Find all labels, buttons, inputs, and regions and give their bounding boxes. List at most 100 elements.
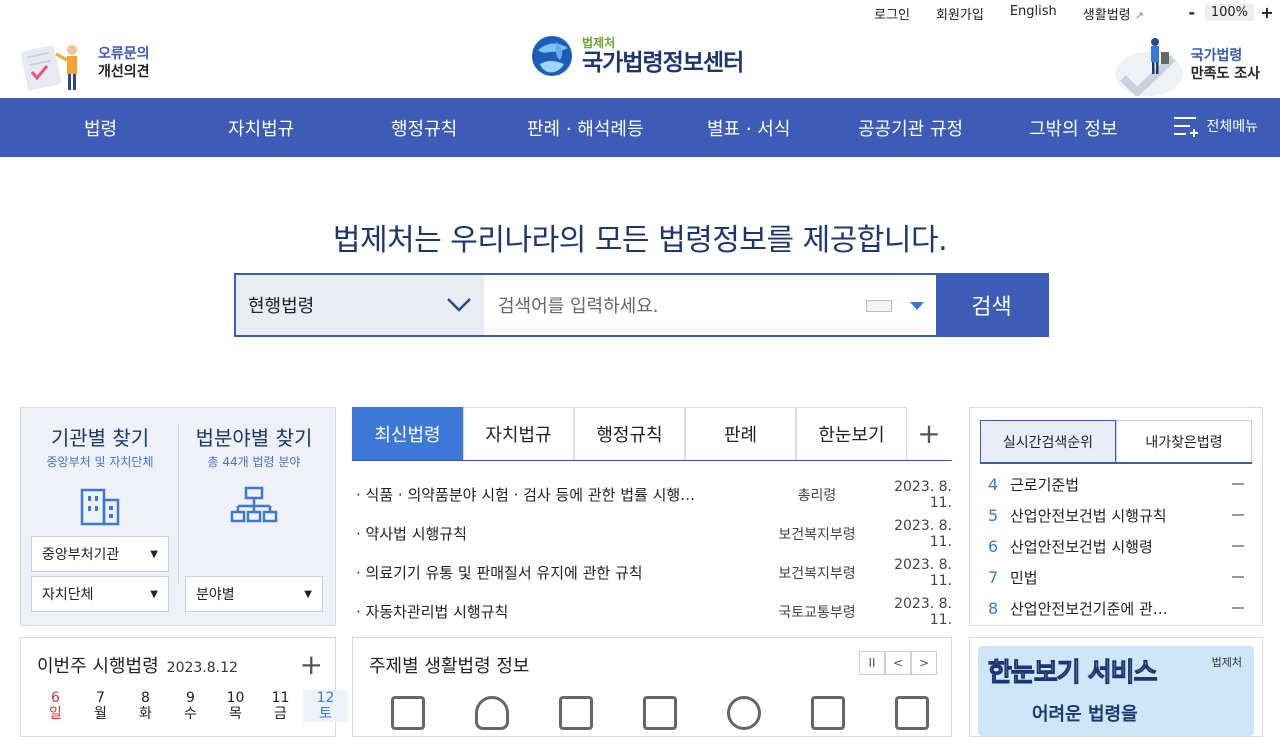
ranking-item[interactable]: 6 산업안전보건법 시행령 [988,534,1244,558]
prev-button[interactable]: < [885,651,911,675]
field-find-title[interactable]: 법분야별 찾기 [179,422,329,451]
zoom-out-button[interactable]: - [1185,3,1199,22]
nav-item-law[interactable]: 법령 [84,115,117,141]
tab-precedent[interactable]: 판례 [685,407,796,460]
english-link[interactable]: English [1010,4,1057,23]
search-scope-select[interactable]: 현행법령 [236,275,484,335]
calendar-day[interactable]: 10 목 [213,690,258,722]
money-bag-icon[interactable] [475,696,509,730]
rank-unchanged-icon [1232,545,1244,547]
zoom-in-button[interactable]: + [1260,3,1274,22]
calendar-day[interactable]: 7월 [78,690,123,722]
ranking-tabs: 실시간검색순위 내가찾은법령 [980,420,1252,464]
nav-item-appendix-form[interactable]: 별표 · 서식 [707,115,790,141]
nav-item-local-regulation[interactable]: 자치법규 [228,115,294,141]
ranking-item[interactable]: 8 산업안전보건기준에 관… [988,596,1244,620]
banner-line1: 오류문의 [98,46,150,62]
basket-icon[interactable] [811,696,845,730]
law-dept: 보건복지부령 [778,565,856,582]
search-input[interactable]: 검색어를 입력하세요. [484,275,936,335]
life-law-link[interactable]: 생활법령 ↗ [1083,4,1144,23]
banner-line2: 개선의견 [98,64,150,80]
feedback-illustration-icon [20,34,90,92]
nav-item-precedent[interactable]: 판례 · 해석례등 [527,115,644,141]
main-navigation: 법령 자치법규 행정규칙 판례 · 해석례등 별표 · 서식 공공기관 규정 그… [0,98,1280,157]
survey-line2: 만족도 조사 [1190,66,1260,82]
agency-find-title[interactable]: 기관별 찾기 [25,422,175,451]
tab-realtime-ranking[interactable]: 실시간검색순위 [980,420,1116,462]
law-date: 2023. 8. 11. [894,595,952,628]
next-button[interactable]: > [911,651,937,675]
all-menu-button[interactable]: 전체메뉴 [1174,115,1258,137]
error-report-banner[interactable]: 오류문의 개선의견 [20,34,150,92]
caret-down-icon: ▼ [304,588,312,600]
ranking-item[interactable]: 7 민법 [988,565,1244,589]
topic-title: 주제별 생활법령 정보 [369,656,530,677]
rank-name: 근로기준법 [1010,475,1080,494]
ranking-item[interactable]: 5 산업안전보건법 시행규칙 [988,503,1244,527]
nav-item-admin-rule[interactable]: 행정규칙 [391,115,457,141]
calendar-day[interactable]: 11 금 [258,690,303,722]
more-plus-button[interactable]: + [907,407,951,460]
globe-icon[interactable] [727,696,761,730]
clapperboard-icon[interactable] [895,696,929,730]
rank-unchanged-icon [1232,514,1244,516]
central-agency-select[interactable]: 중앙부처기관 ▼ [31,536,169,572]
dropdown-arrow-icon[interactable] [910,302,924,310]
agency-find-column: 기관별 찾기 중앙부처 및 자치단체 [25,422,175,532]
satisfaction-survey-banner[interactable]: 국가법령 만족도 조사 [1109,34,1260,96]
building-icon [80,488,120,526]
zoom-control: - 100% + [1185,3,1274,22]
tab-latest-law[interactable]: 최신법령 [352,407,463,460]
briefcase-icon[interactable] [559,696,593,730]
building-icon[interactable] [391,696,425,730]
rank-unchanged-icon [1232,607,1244,609]
find-by-category-panel: 기관별 찾기 중앙부처 및 자치단체 법분야별 찾기 총 44개 법령 분야 중… [20,407,336,626]
field-find-column: 법분야별 찾기 총 44개 법령 분야 [179,422,329,532]
search-button[interactable]: 검색 [936,275,1047,335]
login-link[interactable]: 로그인 [874,4,910,23]
calendar-day[interactable]: 8화 [123,690,168,722]
chevron-down-icon [447,298,471,312]
list-item[interactable]: · 의료기기 유통 및 판매질서 유지에 관한 규칙 보건복지부령 2023. … [352,553,952,592]
nav-item-other-info[interactable]: 그밖의 정보 [1029,115,1118,141]
promo-title: 한눈보기 서비스 [988,658,1158,689]
tab-local-regulation[interactable]: 자치법규 [463,407,574,460]
calendar-day-today[interactable]: 12 토 [303,690,348,722]
signup-link[interactable]: 회원가입 [936,4,984,23]
zoom-value: 100% [1204,4,1254,21]
overview-service-banner[interactable]: 한눈보기 서비스 법제처 어려운 법령을 [969,637,1263,737]
search-placeholder: 검색어를 입력하세요. [498,296,659,317]
calendar-day[interactable]: 6일 [33,690,78,722]
rank-number: 4 [988,474,999,494]
local-gov-select[interactable]: 자치단체 ▼ [31,576,169,612]
law-date: 2023. 8. 11. [894,556,952,589]
search-bar: 현행법령 검색어를 입력하세요. 검색 [234,273,1049,337]
ranking-item[interactable]: 4 근로기준법 [988,472,1244,496]
keyboard-icon[interactable] [866,300,892,312]
site-logo[interactable]: 법제처 국가법령정보센터 [530,34,744,78]
law-dept: 보건복지부령 [778,526,856,543]
topic-life-law-panel: 주제별 생활법령 정보 II < > [352,637,952,737]
search-scope-value: 현행법령 [248,296,315,317]
list-item[interactable]: · 약사법 시행규칙 보건복지부령 2023. 8. 11. [352,514,952,553]
menu-icon [1174,117,1199,137]
tab-admin-rule[interactable]: 행정규칙 [574,407,685,460]
law-dept: 국토교통부령 [778,604,856,621]
calendar-day[interactable]: 9수 [168,690,213,722]
tab-my-searched-laws[interactable]: 내가찾은법령 [1116,420,1252,462]
law-name: · 식품 · 의약품분야 시험 · 검사 등에 관한 법률 시행… [356,486,696,504]
law-date: 2023. 8. 11. [894,517,952,550]
logo-globe-icon [532,36,572,76]
list-item[interactable]: · 식품 · 의약품분야 시험 · 검사 등에 관한 법률 시행… 총리령 20… [352,475,952,514]
law-date: 2023. 8. 11. [894,478,952,511]
logo-subtitle: 법제처 [582,36,616,50]
list-item[interactable]: · 자동차관리법 시행규칙 국토교통부령 2023. 8. 11. [352,592,952,631]
latest-law-list: · 식품 · 의약품분야 시험 · 검사 등에 관한 법률 시행… 총리령 20… [352,475,952,631]
pause-button[interactable]: II [859,651,885,675]
nav-item-public-institution[interactable]: 공공기관 규정 [858,115,963,141]
tab-overview[interactable]: 한눈보기 [796,407,907,460]
weekly-more-button[interactable]: + [300,648,323,681]
store-icon[interactable] [643,696,677,730]
field-select[interactable]: 분야별 ▼ [185,576,323,612]
